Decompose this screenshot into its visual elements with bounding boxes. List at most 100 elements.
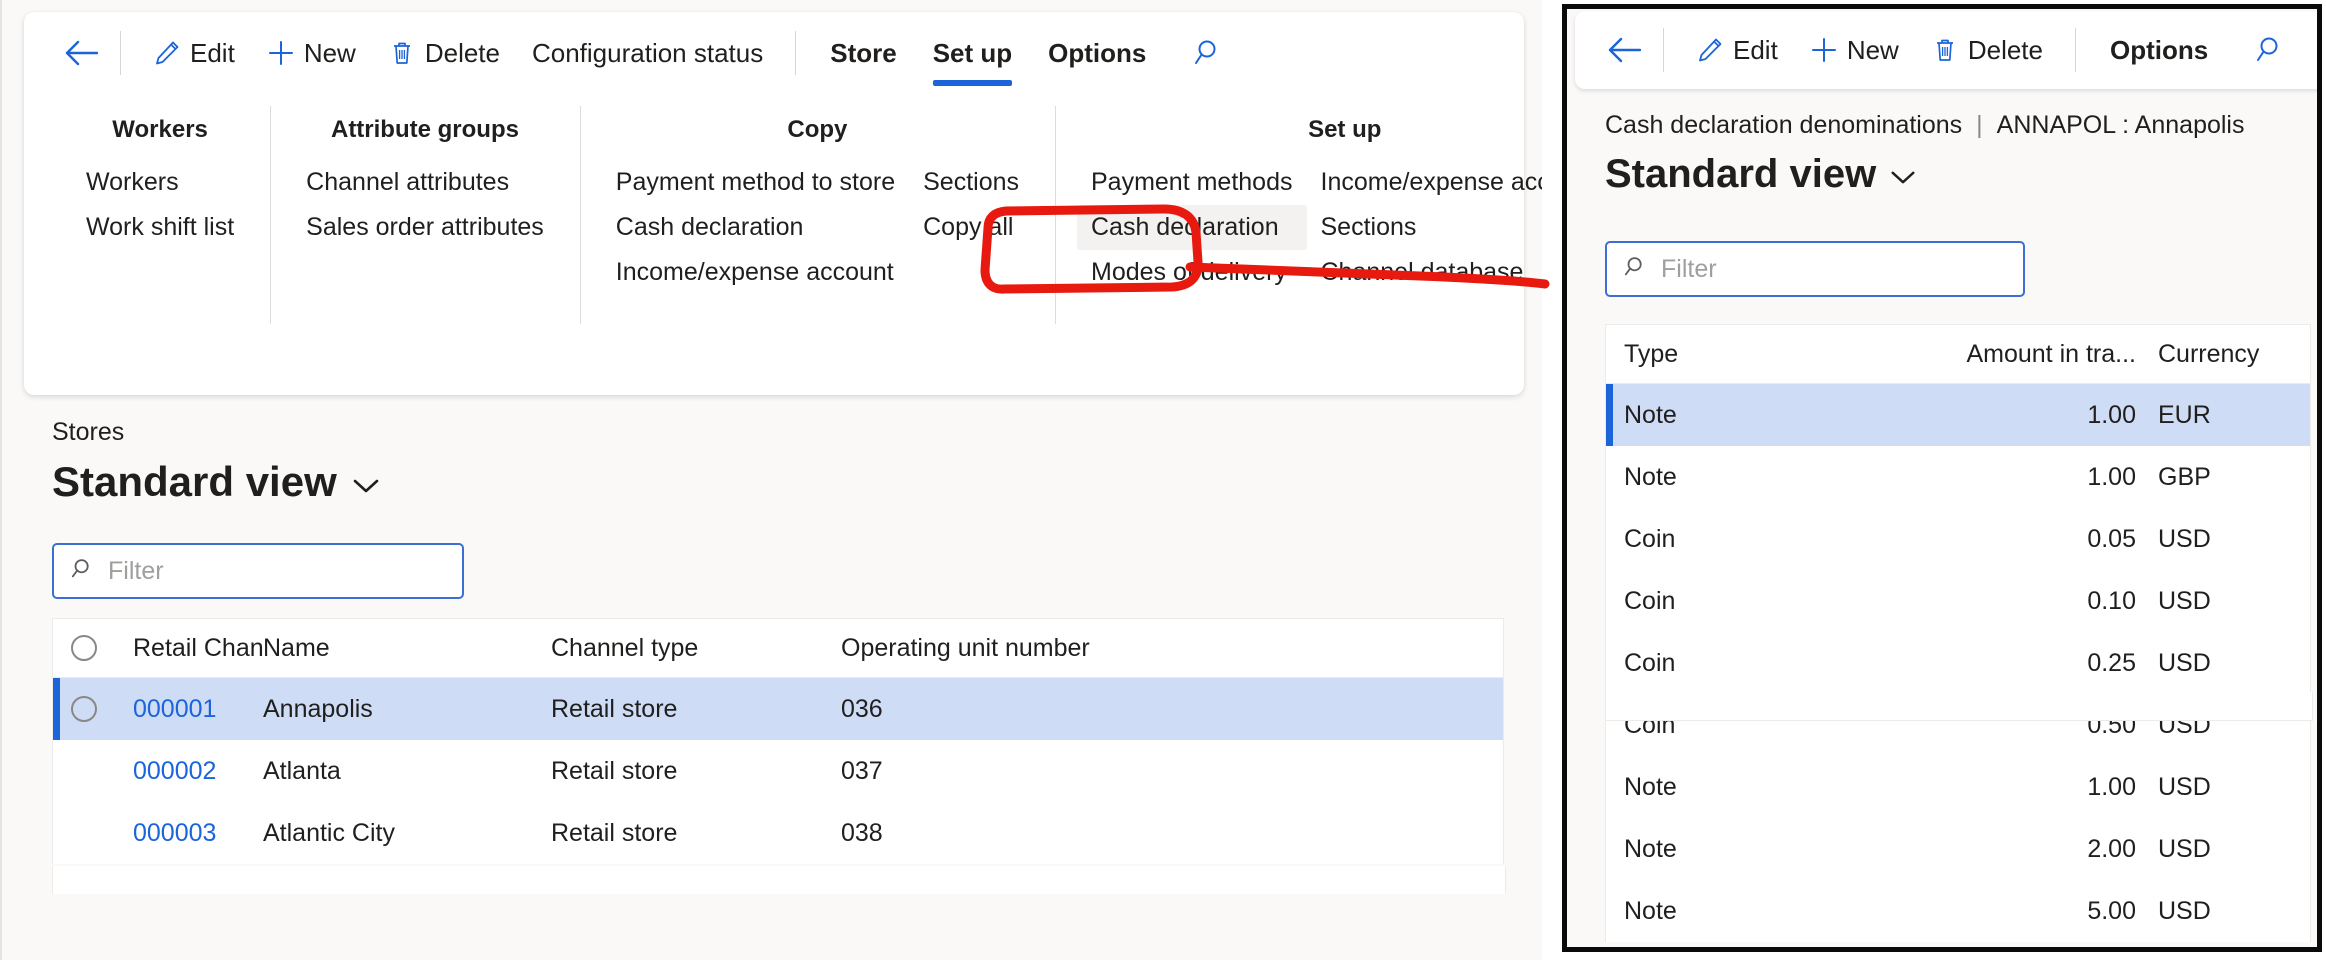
stores-filter-placeholder: Filter bbox=[108, 557, 164, 586]
edit-button[interactable]: Edit bbox=[137, 30, 251, 76]
chevron-down-icon bbox=[1889, 152, 1917, 197]
column-header-channel-type[interactable]: Channel type bbox=[551, 634, 841, 663]
back-arrow-icon[interactable] bbox=[1601, 27, 1647, 73]
column-header-type[interactable]: Type bbox=[1606, 340, 1906, 369]
denominations-grid-header: Type Amount in tra... Currency bbox=[1606, 325, 2310, 384]
ribbon-group-copy: Copy Payment method to store Cash declar… bbox=[580, 98, 1055, 358]
cell-type: Coin bbox=[1606, 649, 1906, 678]
ribbon-item-channel-attributes[interactable]: Channel attributes bbox=[292, 160, 558, 205]
ribbon-group-set-up: Set up Payment methods Cash declaration … bbox=[1055, 98, 1542, 358]
cell-currency: USD bbox=[2136, 649, 2286, 678]
ribbon-group-workers-title: Workers bbox=[72, 116, 248, 144]
plus-icon bbox=[1810, 36, 1838, 64]
ribbon-item-copy-sections[interactable]: Sections bbox=[909, 160, 1033, 205]
right-view-selector[interactable]: Standard view bbox=[1605, 152, 1917, 197]
right-view-title: Standard view bbox=[1605, 152, 1876, 197]
ribbon-item-income-expense-account[interactable]: Income/expense account bbox=[1307, 160, 1543, 205]
cell-amount: 0.25 bbox=[1906, 649, 2136, 678]
search-icon[interactable] bbox=[1182, 30, 1236, 76]
ribbon-item-copy-all[interactable]: Copy all bbox=[909, 205, 1033, 250]
table-row[interactable]: Note 5.00 USD bbox=[1606, 880, 2310, 942]
stores-section-label: Stores bbox=[52, 418, 124, 447]
cell-retail-channel-id[interactable]: 000002 bbox=[115, 757, 263, 786]
table-row[interactable]: 000001 Annapolis Retail store 036 bbox=[53, 678, 1503, 740]
table-row[interactable]: Note 1.00 GBP bbox=[1606, 446, 2310, 508]
new-button[interactable]: New bbox=[251, 30, 372, 76]
radio-icon bbox=[71, 635, 97, 661]
trash-icon bbox=[1931, 36, 1959, 64]
toolbar-divider-2 bbox=[2075, 28, 2076, 72]
column-header-operating-unit-number[interactable]: Operating unit number bbox=[841, 634, 1141, 663]
cell-currency: USD bbox=[2136, 587, 2286, 616]
new-button[interactable]: New bbox=[1794, 27, 1915, 73]
cell-retail-channel-id[interactable]: 000001 bbox=[115, 695, 263, 724]
cell-operating-unit-number: 036 bbox=[841, 695, 1141, 724]
ribbon-item-cash-declaration[interactable]: Cash declaration bbox=[1077, 205, 1307, 250]
column-header-retail-channel-id[interactable]: Retail Channel Id bbox=[115, 634, 263, 663]
cell-amount: 0.10 bbox=[1906, 587, 2136, 616]
delete-button[interactable]: Delete bbox=[1915, 27, 2059, 73]
column-header-name[interactable]: Name bbox=[263, 634, 551, 663]
cell-currency: USD bbox=[2136, 835, 2286, 864]
ribbon-item-copy-income-expense-account[interactable]: Income/expense account bbox=[602, 250, 909, 295]
ribbon-group-workers: Workers Workers Work shift list bbox=[50, 98, 270, 358]
ribbon-item-payment-method-to-store[interactable]: Payment method to store bbox=[602, 160, 909, 205]
table-row[interactable]: Note 1.00 EUR bbox=[1606, 384, 2310, 446]
cell-retail-channel-id[interactable]: 000003 bbox=[115, 819, 263, 848]
search-icon[interactable] bbox=[2244, 27, 2298, 73]
cell-type: Coin bbox=[1606, 587, 1906, 616]
tab-set-up[interactable]: Set up bbox=[915, 28, 1030, 78]
ribbon-item-channel-database[interactable]: Channel database bbox=[1307, 250, 1543, 295]
right-filter-input[interactable]: Filter bbox=[1605, 241, 2025, 297]
tab-store[interactable]: Store bbox=[812, 28, 914, 78]
cell-type: Coin bbox=[1606, 525, 1906, 554]
ribbon-item-workers[interactable]: Workers bbox=[72, 160, 248, 205]
ribbon-item-payment-methods[interactable]: Payment methods bbox=[1077, 160, 1307, 205]
screenshot-root: Edit New Delete Configuration status bbox=[0, 0, 2326, 960]
back-arrow-icon[interactable] bbox=[58, 30, 104, 76]
table-row[interactable]: Note 2.00 USD bbox=[1606, 818, 2310, 880]
select-all-radio[interactable] bbox=[53, 635, 115, 661]
ribbon-item-sales-order-attributes[interactable]: Sales order attributes bbox=[292, 205, 558, 250]
cell-name: Atlantic City bbox=[263, 819, 551, 848]
tab-options[interactable]: Options bbox=[2092, 25, 2226, 75]
column-header-amount[interactable]: Amount in tra... bbox=[1906, 340, 2136, 369]
stores-filter-input[interactable]: Filter bbox=[52, 543, 464, 599]
ribbon-item-copy-cash-declaration[interactable]: Cash declaration bbox=[602, 205, 909, 250]
table-row[interactable]: Coin 0.05 USD bbox=[1606, 508, 2310, 570]
table-row[interactable]: 000002 Atlanta Retail store 037 bbox=[53, 740, 1503, 802]
edit-button-label: Edit bbox=[1733, 35, 1778, 66]
table-row[interactable]: Coin 0.10 USD bbox=[1606, 570, 2310, 632]
trash-icon bbox=[388, 39, 416, 67]
right-filter-placeholder: Filter bbox=[1661, 255, 1717, 284]
ribbon-group-set-up-title: Set up bbox=[1077, 116, 1542, 144]
breadcrumb-page[interactable]: Cash declaration denominations bbox=[1605, 111, 1962, 140]
stores-view-selector[interactable]: Standard view bbox=[52, 458, 381, 506]
row-radio[interactable] bbox=[53, 696, 115, 722]
pencil-icon bbox=[1696, 36, 1724, 64]
breadcrumb-divider: | bbox=[1976, 111, 1983, 140]
cell-currency: GBP bbox=[2136, 463, 2286, 492]
toolbar-divider bbox=[1663, 28, 1664, 72]
cell-type: Note bbox=[1606, 463, 1906, 492]
cell-currency[interactable]: EUR bbox=[2136, 401, 2286, 430]
ribbon-item-work-shift-list[interactable]: Work shift list bbox=[72, 205, 248, 250]
new-button-label: New bbox=[1847, 35, 1899, 66]
right-toolbar: Edit New Delete Options bbox=[1575, 11, 2322, 89]
configuration-status-button[interactable]: Configuration status bbox=[516, 30, 779, 76]
tab-set-up-label: Set up bbox=[933, 38, 1012, 69]
edit-button[interactable]: Edit bbox=[1680, 27, 1794, 73]
table-row[interactable]: Coin 0.25 USD bbox=[1606, 632, 2310, 694]
left-toolbar: Edit New Delete Configuration status bbox=[24, 12, 1524, 94]
cell-type: Note bbox=[1606, 835, 1906, 864]
ribbon-item-modes-of-delivery[interactable]: Modes of delivery bbox=[1077, 250, 1307, 295]
tab-options-label: Options bbox=[1048, 38, 1146, 69]
column-header-currency[interactable]: Currency bbox=[2136, 340, 2286, 369]
table-row[interactable]: Note 1.00 USD bbox=[1606, 756, 2310, 818]
table-row[interactable]: 000003 Atlantic City Retail store 038 bbox=[53, 802, 1503, 864]
ribbon-item-sections[interactable]: Sections bbox=[1307, 205, 1543, 250]
tab-options[interactable]: Options bbox=[1030, 28, 1164, 78]
delete-button[interactable]: Delete bbox=[372, 30, 516, 76]
breadcrumb: Cash declaration denominations | ANNAPOL… bbox=[1605, 111, 2245, 140]
cell-amount: 1.00 bbox=[1906, 773, 2136, 802]
